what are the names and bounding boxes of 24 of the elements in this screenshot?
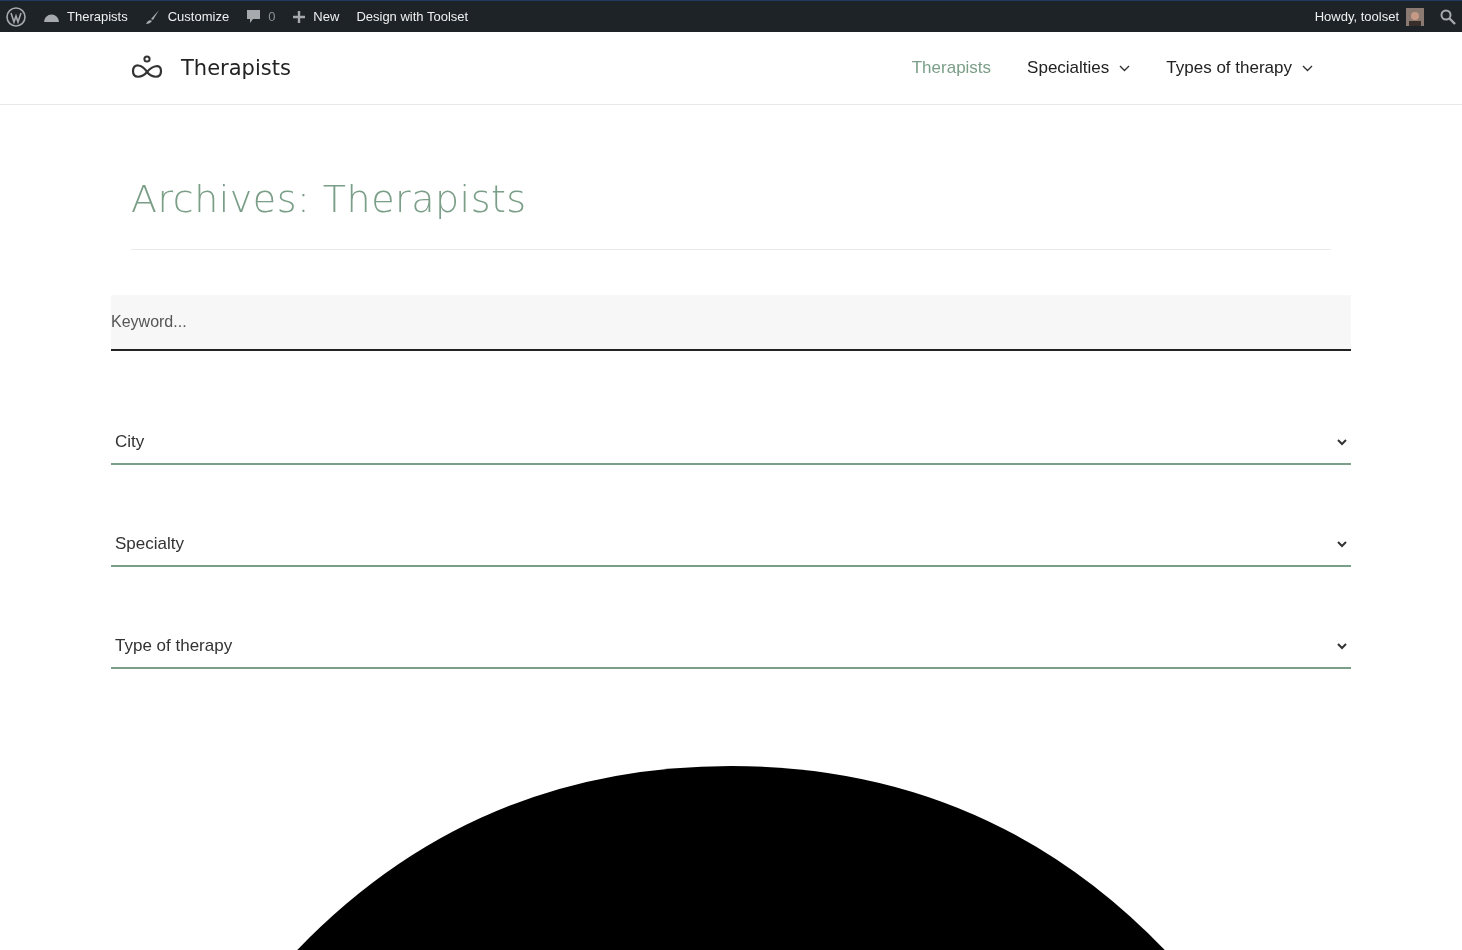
account-link[interactable]: Howdy, toolset — [1314, 7, 1424, 26]
select-dropdown[interactable]: Specialty — [111, 533, 1351, 567]
site-link[interactable]: Therapists — [43, 9, 128, 24]
chevron-down-icon — [1119, 64, 1131, 72]
chevron-down-icon — [1337, 540, 1347, 548]
nav-link[interactable]: Specialties — [1027, 58, 1131, 78]
wordpress-logo-icon[interactable] — [6, 6, 26, 27]
avatar-icon — [1406, 7, 1424, 26]
chevron-down-icon — [1337, 438, 1347, 446]
search-icon[interactable] — [1440, 8, 1456, 25]
select-dropdown[interactable]: City — [111, 431, 1351, 465]
new-link[interactable]: New — [292, 9, 340, 24]
customize-link[interactable]: Customize — [144, 8, 230, 25]
nav-link[interactable]: Types of therapy — [1166, 58, 1313, 78]
plus-icon — [292, 9, 307, 24]
comment-icon — [246, 9, 262, 24]
toolset-link[interactable]: Design with Toolset — [356, 9, 469, 24]
keyword-input[interactable]: Keyword... — [111, 295, 1351, 351]
chevron-down-icon — [1337, 642, 1347, 650]
page-title: Archives: Therapists — [131, 177, 528, 221]
site-title[interactable]: Therapists — [181, 56, 291, 80]
chevron-down-icon — [1302, 64, 1313, 72]
select-dropdown[interactable]: Type of therapy — [111, 635, 1351, 669]
comments-link[interactable]: 0 — [246, 9, 276, 24]
